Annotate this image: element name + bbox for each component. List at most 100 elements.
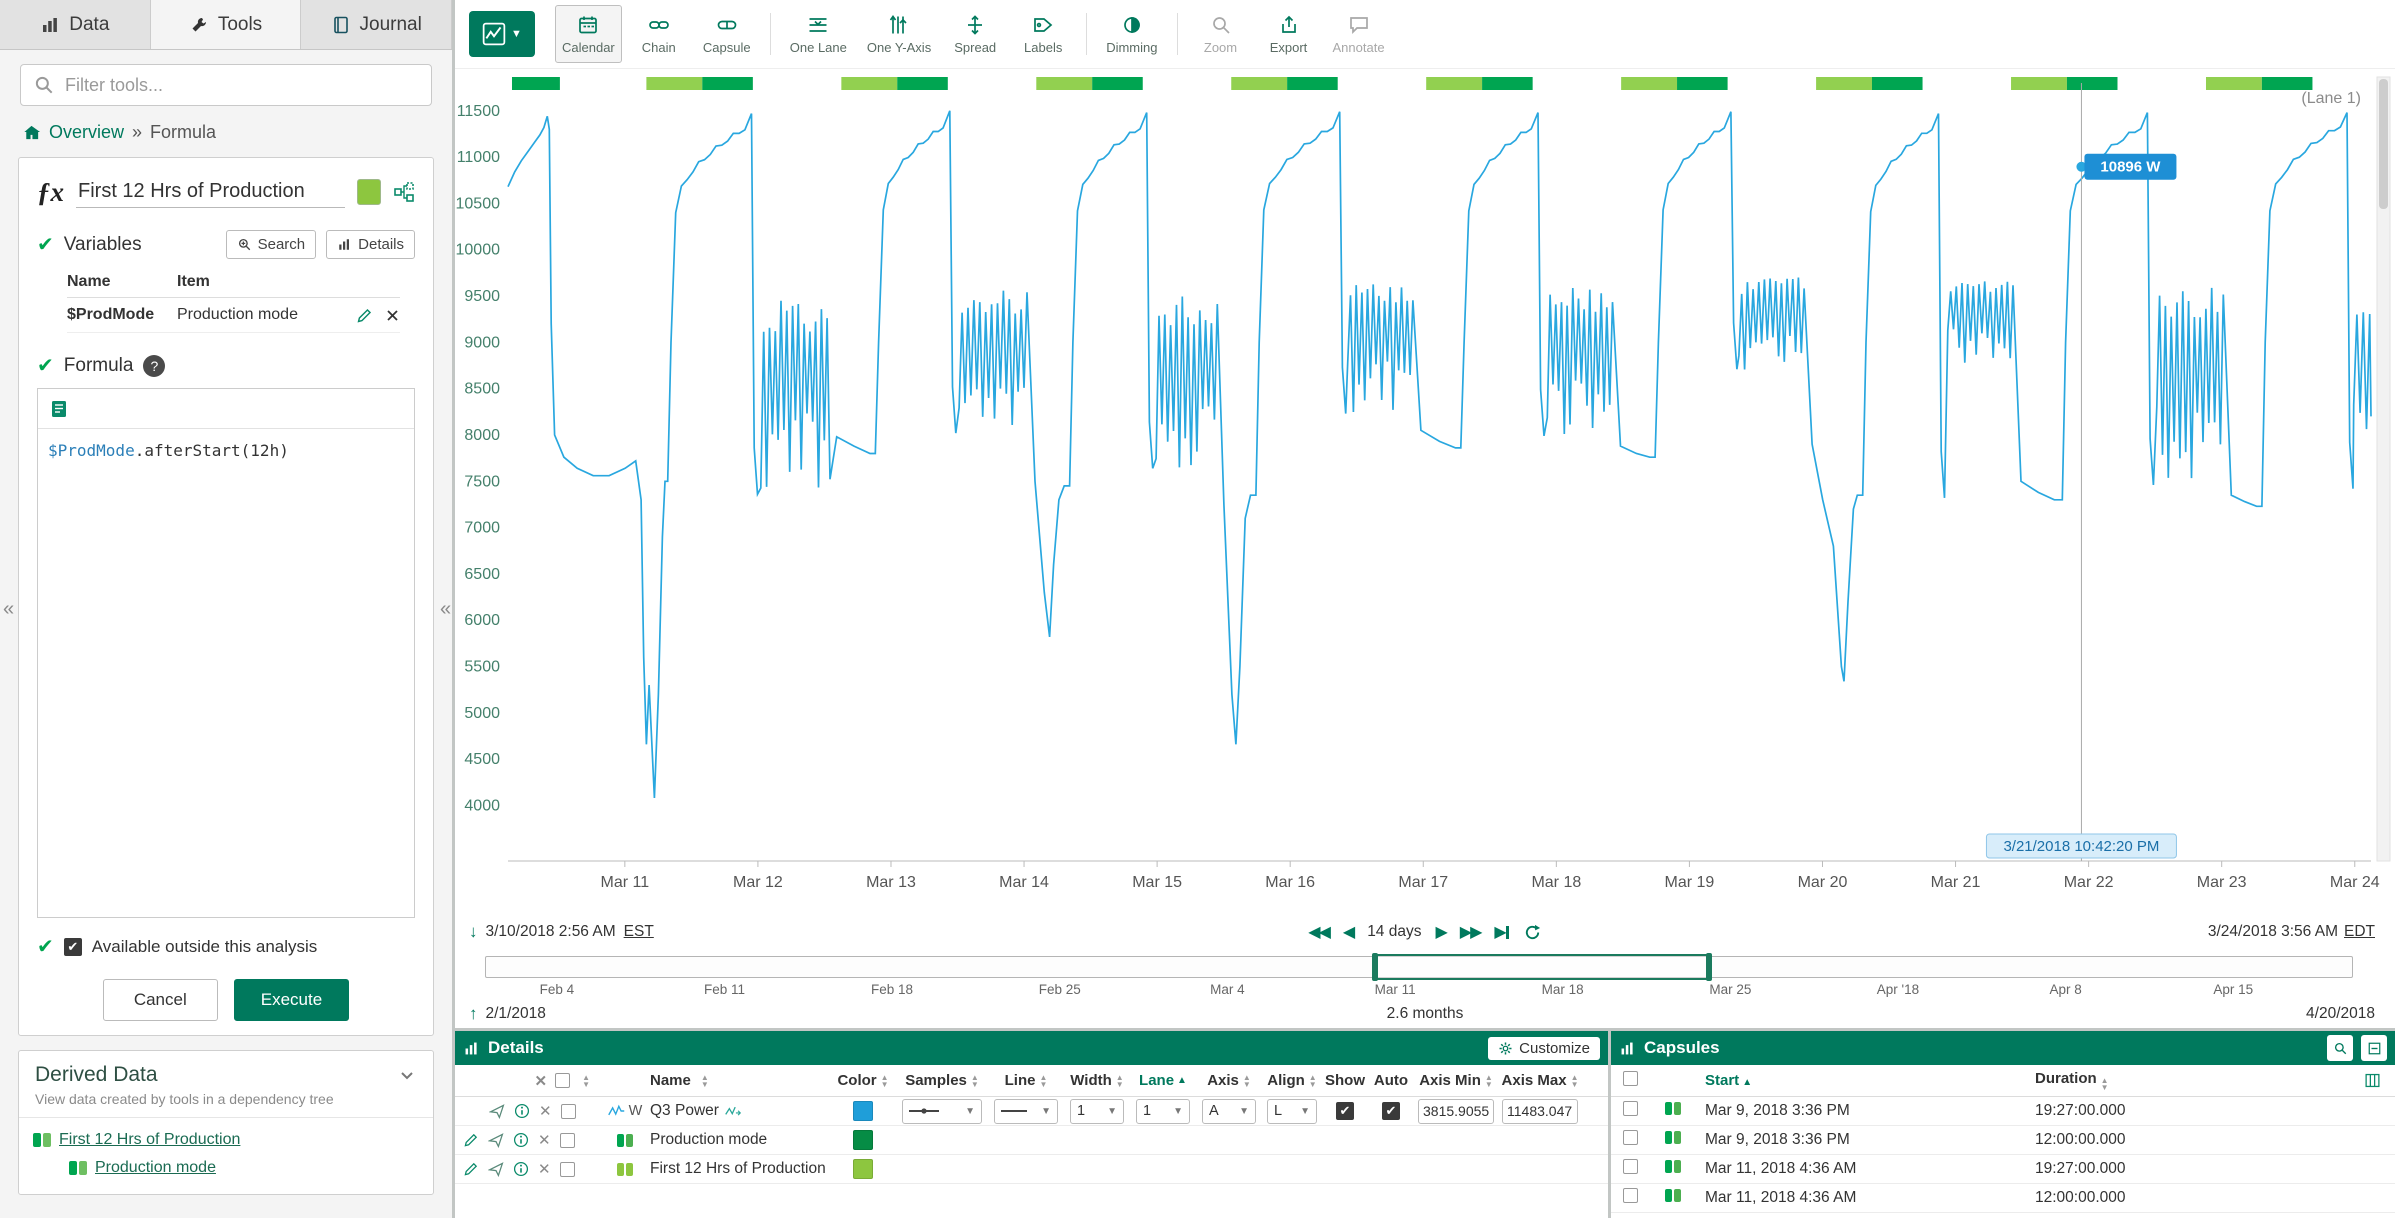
toolbar-zoom[interactable]: Zoom <box>1190 5 1252 63</box>
capsule-checkbox[interactable] <box>1623 1130 1638 1145</box>
col-align[interactable]: Align <box>1267 1072 1305 1089</box>
customize-button[interactable]: Customize <box>1488 1037 1600 1060</box>
y-tick-label[interactable]: 8000 <box>464 427 500 444</box>
column-chooser-icon[interactable] <box>2364 1072 2381 1089</box>
col-line[interactable]: Line <box>1005 1072 1036 1089</box>
x-tick-label[interactable]: Mar 15 <box>1132 874 1182 891</box>
x-tick-label[interactable]: Mar 22 <box>2064 874 2114 891</box>
color-swatch[interactable] <box>853 1101 873 1121</box>
tab-journal[interactable]: Journal <box>301 0 452 49</box>
x-tick-label[interactable]: Mar 18 <box>1531 874 1581 891</box>
details-row-production-mode[interactable]: ✕ Production mode <box>455 1126 1608 1155</box>
investigate-start-arrow-icon[interactable]: ↑ <box>469 1004 478 1024</box>
toolbar-one-lane[interactable]: One Lane <box>783 5 854 63</box>
first-12-hrs-capsule-bar[interactable] <box>1036 77 1092 90</box>
info-icon[interactable] <box>513 1161 529 1177</box>
edit-pencil-icon[interactable] <box>463 1132 479 1148</box>
production-mode-capsule-bar[interactable] <box>1872 77 1923 90</box>
capsule-checkbox[interactable] <box>1623 1188 1638 1203</box>
range-start-timezone[interactable]: EST <box>624 923 654 941</box>
col-auto[interactable]: Auto <box>1374 1072 1408 1089</box>
collapse-panel-icon[interactable]: « <box>3 598 14 621</box>
y-tick-label[interactable]: 7500 <box>464 473 500 490</box>
remove-variable-icon[interactable] <box>385 308 400 323</box>
collapse-sidebar-icon[interactable]: « <box>440 598 451 621</box>
x-tick-label[interactable]: Mar 23 <box>2197 874 2247 891</box>
variables-details-button[interactable]: Details <box>326 230 415 259</box>
toolbar-labels[interactable]: Labels <box>1012 5 1074 63</box>
pin-icon[interactable] <box>489 1103 505 1119</box>
formula-code-input[interactable]: $ProdMode.afterStart(12h) <box>38 429 414 917</box>
y-tick-label[interactable]: 4500 <box>464 751 500 768</box>
capsule-row[interactable]: Mar 11, 2018 4:36 AM19:27:00.000 <box>1611 1155 2395 1184</box>
production-mode-capsule-bar[interactable] <box>1092 77 1143 90</box>
samples-select[interactable]: ▼ <box>902 1099 982 1124</box>
remove-item-icon[interactable]: ✕ <box>538 1160 551 1178</box>
first-12-hrs-capsule-bar[interactable] <box>1426 77 1482 90</box>
col-start[interactable]: Start <box>1705 1072 1739 1089</box>
x-tick-label[interactable]: Mar 13 <box>866 874 916 891</box>
toolbar-capsule[interactable]: Capsule <box>696 5 758 63</box>
step-to-now-icon[interactable]: ▶ <box>1494 922 1508 942</box>
capsule-checkbox[interactable] <box>1623 1159 1638 1174</box>
select-all-checkbox[interactable] <box>555 1073 570 1088</box>
y-tick-label[interactable]: 5000 <box>464 705 500 722</box>
x-tick-label[interactable]: Mar 20 <box>1798 874 1848 891</box>
step-forward-full-icon[interactable]: ▶▶ <box>1460 922 1481 942</box>
toolbar-spread[interactable]: Spread <box>944 5 1006 63</box>
row-checkbox[interactable] <box>561 1104 576 1119</box>
details-row-q3-power[interactable]: ✕ W Q3 Power ▼ ▼ 1▼ 1▼ <box>455 1097 1608 1126</box>
row-checkbox[interactable] <box>560 1162 575 1177</box>
range-start-arrow-icon[interactable]: ↓ <box>469 922 478 942</box>
capsule-row[interactable]: Mar 9, 2018 3:36 PM19:27:00.000 <box>1611 1097 2395 1126</box>
col-name[interactable]: Name <box>650 1072 691 1089</box>
color-swatch[interactable] <box>853 1159 873 1179</box>
y-tick-label[interactable]: 10000 <box>456 242 501 259</box>
first-12-hrs-capsule-bar[interactable] <box>1621 77 1677 90</box>
tab-data[interactable]: Data <box>0 0 151 49</box>
capsule-row[interactable]: Mar 11, 2018 4:36 AM12:00:00.000 <box>1611 1184 2395 1213</box>
x-tick-label[interactable]: Mar 16 <box>1265 874 1315 891</box>
x-tick-label[interactable]: Mar 12 <box>733 874 783 891</box>
production-mode-capsule-bar[interactable] <box>2067 77 2118 90</box>
execute-button[interactable]: Execute <box>234 979 349 1021</box>
step-back-full-icon[interactable]: ◀◀ <box>1308 922 1329 942</box>
production-mode-capsule-bar[interactable] <box>2262 77 2313 90</box>
derived-item-link[interactable]: Production mode <box>95 1159 216 1177</box>
item-name[interactable]: Q3 Power <box>650 1102 719 1120</box>
production-mode-capsule-bar[interactable] <box>1287 77 1338 90</box>
toolbar-dimming[interactable]: Dimming <box>1099 5 1164 63</box>
pin-icon[interactable] <box>488 1161 504 1177</box>
info-icon[interactable] <box>513 1132 529 1148</box>
y-tick-label[interactable]: 10500 <box>456 195 501 212</box>
col-duration[interactable]: Duration <box>2035 1070 2097 1087</box>
col-axis-min[interactable]: Axis Min <box>1419 1072 1481 1089</box>
select-all-capsules-checkbox[interactable] <box>1623 1071 1638 1086</box>
q3-power-signal-line[interactable] <box>508 111 2371 798</box>
col-lane[interactable]: Lane <box>1139 1072 1174 1089</box>
sort-icon[interactable]: ▲▼ <box>582 1074 590 1088</box>
edit-pencil-icon[interactable] <box>356 307 373 324</box>
toolbar-one-y-axis[interactable]: One Y-Axis <box>860 5 938 63</box>
x-tick-label[interactable]: Mar 17 <box>1398 874 1448 891</box>
dependencies-icon[interactable] <box>393 180 415 204</box>
x-tick-label[interactable]: Mar 14 <box>999 874 1049 891</box>
axis-select[interactable]: A▼ <box>1202 1099 1256 1124</box>
step-back-half-icon[interactable]: ◀ <box>1343 922 1353 942</box>
color-swatch[interactable] <box>853 1130 873 1150</box>
y-tick-label[interactable]: 9500 <box>464 288 500 305</box>
edit-pencil-icon[interactable] <box>463 1161 479 1177</box>
col-samples[interactable]: Samples <box>905 1072 967 1089</box>
range-end-timezone[interactable]: EDT <box>2344 923 2375 941</box>
toolbar-export[interactable]: Export <box>1258 5 1320 63</box>
first-12-hrs-capsule-bar[interactable] <box>646 77 702 90</box>
trend-chart[interactable]: 1150011000105001000095009000850080007500… <box>455 69 2395 914</box>
col-axis-max[interactable]: Axis Max <box>1502 1072 1567 1089</box>
lane-scrollbar-thumb[interactable] <box>2379 79 2388 209</box>
col-color[interactable]: Color <box>837 1072 876 1089</box>
y-tick-label[interactable]: 8500 <box>464 381 500 398</box>
item-name[interactable]: Production mode <box>650 1131 767 1149</box>
filter-tools-input[interactable] <box>20 64 432 106</box>
x-tick-label[interactable]: Mar 11 <box>601 874 650 891</box>
line-width-select[interactable]: 1▼ <box>1070 1099 1124 1124</box>
